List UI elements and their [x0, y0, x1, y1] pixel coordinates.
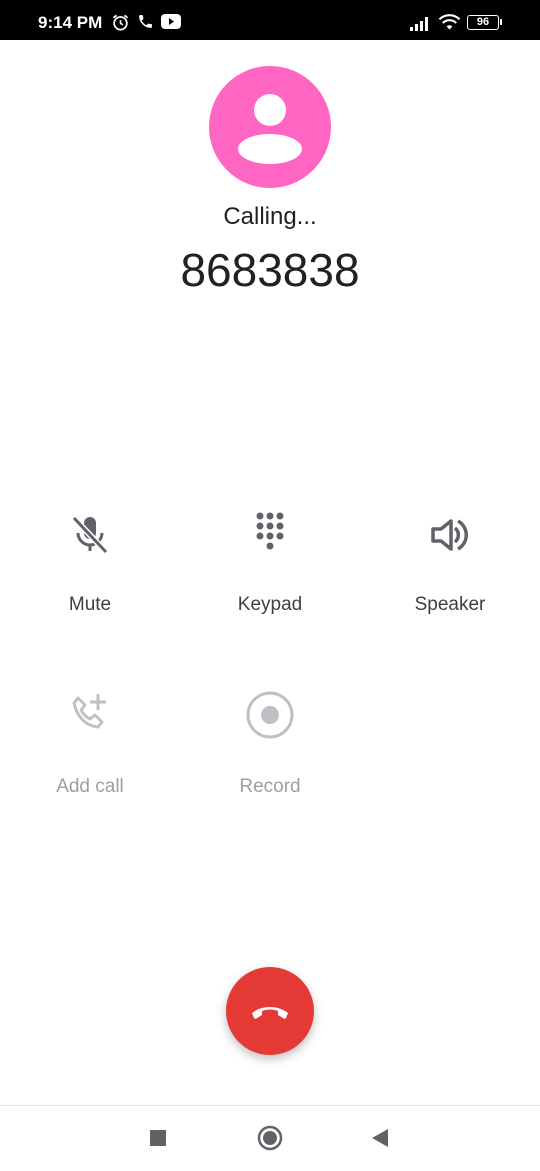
- add-call-label: Add call: [56, 776, 124, 797]
- record-icon: [246, 691, 294, 739]
- battery-level: 96: [476, 16, 490, 28]
- navigation-bar: [0, 1105, 540, 1171]
- status-time: 9:14 PM: [38, 13, 103, 32]
- speaker-icon: [431, 519, 468, 551]
- back-icon[interactable]: [370, 1127, 390, 1149]
- mute-label: Mute: [68, 594, 112, 615]
- speaker-label: Speaker: [414, 594, 486, 615]
- status-bar: 9:14 PM 96: [0, 0, 540, 40]
- signal-icon: [410, 17, 428, 31]
- battery-tip: [500, 19, 502, 25]
- mute-button[interactable]: Mute: [0, 508, 180, 628]
- record-button[interactable]: Record: [180, 690, 360, 810]
- home-icon[interactable]: [257, 1125, 283, 1151]
- keypad-button[interactable]: Keypad: [180, 508, 360, 628]
- dialpad-icon: [256, 512, 284, 550]
- end-call-button[interactable]: [226, 967, 314, 1055]
- phone-number: 8683838: [180, 244, 360, 296]
- recents-icon[interactable]: [148, 1128, 168, 1148]
- youtube-icon: [161, 14, 181, 29]
- add-call-button[interactable]: Add call: [0, 690, 180, 810]
- phone-icon: [139, 15, 152, 28]
- record-label: Record: [239, 776, 301, 797]
- call-status: Calling...: [223, 203, 317, 230]
- call-end-icon: [252, 1007, 288, 1019]
- contact-avatar: [209, 66, 331, 188]
- speaker-button[interactable]: Speaker: [360, 508, 540, 628]
- person-icon: [238, 94, 302, 164]
- keypad-label: Keypad: [237, 594, 303, 615]
- battery-icon: 96: [467, 15, 499, 30]
- alarm-icon: [112, 14, 129, 31]
- add-call-icon: [72, 694, 106, 729]
- wifi-icon: [438, 14, 461, 30]
- mic-off-icon: [71, 515, 109, 555]
